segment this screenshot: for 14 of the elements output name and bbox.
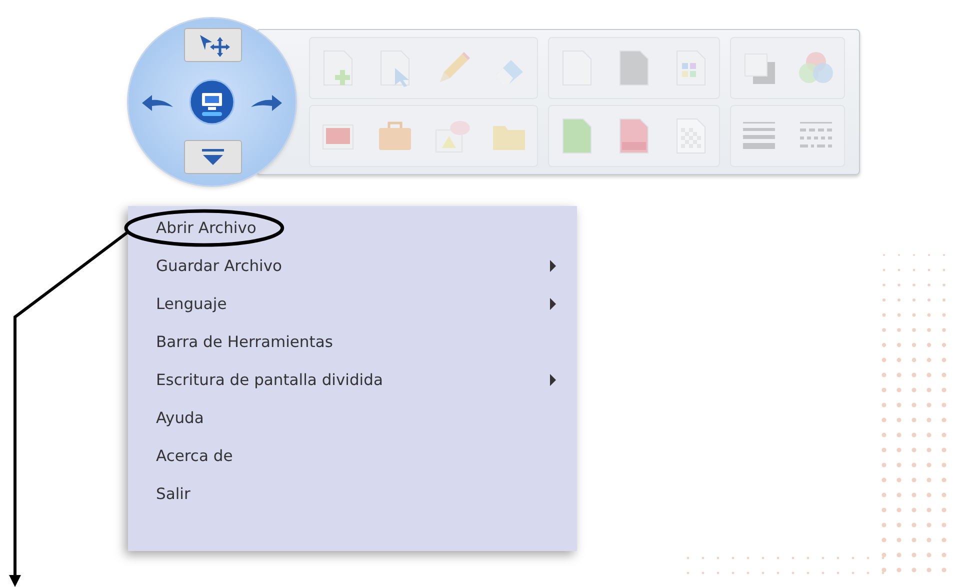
collapse-button[interactable] xyxy=(184,140,242,174)
menu-item[interactable]: Ayuda xyxy=(128,399,577,437)
menu-item[interactable]: Guardar Archivo xyxy=(128,247,577,285)
right-arrow-icon[interactable] xyxy=(250,92,284,114)
screen-button[interactable] xyxy=(189,79,235,125)
menu-item[interactable]: Barra de Herramientas xyxy=(128,323,577,361)
move-button[interactable] xyxy=(184,28,242,62)
menu-item[interactable]: Salir xyxy=(128,475,577,513)
menu-item[interactable]: Acerca de xyxy=(128,437,577,475)
down-triangle-icon xyxy=(200,147,226,167)
left-arrow-icon[interactable] xyxy=(140,92,174,114)
menu-item[interactable]: Lenguaje xyxy=(128,285,577,323)
menu-item[interactable]: Escritura de pantalla dividida xyxy=(128,361,577,399)
menu-item[interactable]: Abrir Archivo xyxy=(128,209,577,247)
